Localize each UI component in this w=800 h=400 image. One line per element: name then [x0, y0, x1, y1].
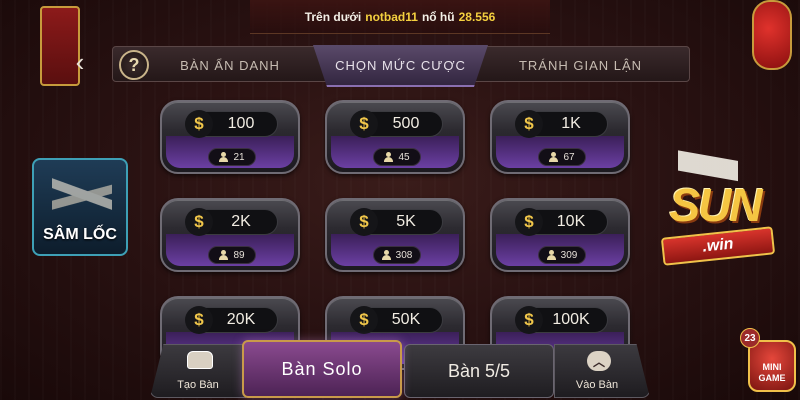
player-count-value: 308	[395, 249, 413, 261]
notice-username: notbad11	[365, 9, 418, 24]
player-count: 89	[208, 246, 256, 264]
tab-bar: ? BÀN ẨN DANH CHỌN MỨC CƯỢC TRÁNH GIAN L…	[112, 45, 690, 87]
notice-amount: 28.556	[458, 9, 496, 24]
chevron-up-icon: ︿	[587, 351, 611, 371]
logo-ribbon: .win	[660, 226, 776, 266]
bet-value-pill: $ 1K	[515, 110, 608, 138]
user-icon	[549, 152, 559, 162]
bet-tile-500[interactable]: $ 500 45	[325, 100, 465, 174]
dollar-icon: $	[350, 306, 378, 334]
player-count-value: 89	[233, 249, 245, 261]
dollar-icon: $	[350, 208, 378, 236]
user-icon	[546, 250, 556, 260]
game-lobby: ‹ Trên dưới notbad11 nổ hũ 28.556 ? BÀN …	[0, 0, 800, 400]
join-table-label: Vào Bàn	[575, 379, 619, 391]
bet-value-pill: $ 10K	[515, 208, 608, 236]
user-icon	[381, 250, 391, 260]
player-count-value: 67	[563, 151, 575, 163]
mini-game-button[interactable]: MINI GAME 23	[740, 322, 796, 394]
bet-value-pill: $ 50K	[350, 306, 443, 334]
player-count: 309	[538, 246, 586, 264]
user-icon	[219, 152, 229, 162]
notification-badge: 23	[740, 328, 760, 348]
solo-table-button[interactable]: Bàn Solo	[242, 340, 402, 398]
player-count-value: 309	[560, 249, 578, 261]
dollar-icon: $	[515, 306, 543, 334]
join-table-button[interactable]: ︿ Vào Bàn	[554, 344, 650, 398]
bet-value-pill: $ 2K	[185, 208, 278, 236]
bet-tile-10k[interactable]: $ 10K 309	[490, 198, 630, 272]
back-chevron-icon[interactable]: ‹	[70, 47, 90, 77]
dollar-icon: $	[185, 110, 213, 138]
dollar-icon: $	[185, 208, 213, 236]
bet-value-pill: $ 500	[350, 110, 443, 138]
bet-tile-5k[interactable]: $ 5K 308	[325, 198, 465, 272]
player-count: 21	[208, 148, 256, 166]
bet-value-pill: $ 100	[185, 110, 278, 138]
dollar-icon: $	[185, 306, 213, 334]
dollar-icon: $	[515, 208, 543, 236]
dollar-icon: $	[515, 110, 543, 138]
sunwin-logo: SUN .win	[650, 140, 780, 280]
notice-middle: nổ hũ	[421, 9, 455, 24]
player-count: 45	[373, 148, 421, 166]
sam-loc-label: SÂM LỐC	[43, 226, 117, 243]
tab-anonymous-table[interactable]: BÀN ẨN DANH	[155, 47, 305, 83]
player-count-value: 45	[398, 151, 410, 163]
tab-select-bet-level[interactable]: CHỌN MỨC CƯỢC	[313, 45, 488, 87]
dollar-icon: $	[350, 110, 378, 138]
player-count: 67	[538, 148, 586, 166]
bet-value-pill: $ 20K	[185, 306, 278, 334]
sam-loc-game-card[interactable]: SÂM LỐC	[32, 158, 128, 256]
user-icon	[384, 152, 394, 162]
notice-prefix: Trên dưới	[304, 9, 362, 24]
player-count-value: 21	[233, 151, 245, 163]
create-table-label: Tạo Bàn	[177, 379, 219, 391]
lantern-decoration-right	[752, 0, 792, 70]
bet-level-grid: $ 100 21 $ 500 45 $ 1K 67 $ 2K 89 $ 5K 3…	[160, 100, 630, 370]
bet-tile-1k[interactable]: $ 1K 67	[490, 100, 630, 174]
question-icon[interactable]: ?	[119, 50, 149, 80]
bet-value-pill: $ 100K	[515, 306, 608, 334]
logo-brand: SUN	[669, 179, 762, 231]
user-icon	[219, 250, 229, 260]
jackpot-notice: Trên dưới notbad11 nổ hũ 28.556	[250, 0, 550, 34]
tab-anti-cheat[interactable]: TRÁNH GIAN LẬN	[498, 47, 663, 83]
bet-tile-100[interactable]: $ 100 21	[160, 100, 300, 174]
mini-game-label: MINI GAME	[748, 340, 796, 392]
table-icon	[187, 351, 213, 369]
player-count: 308	[373, 246, 421, 264]
bottom-bar: Tạo Bàn Bàn 5/5 Bàn Solo ︿ Vào Bàn	[150, 340, 650, 400]
bet-tile-2k[interactable]: $ 2K 89	[160, 198, 300, 272]
table-5v5-button[interactable]: Bàn 5/5	[404, 344, 554, 398]
create-table-button[interactable]: Tạo Bàn	[150, 344, 246, 398]
playing-cards-image	[52, 174, 112, 218]
bet-value-pill: $ 5K	[350, 208, 443, 236]
